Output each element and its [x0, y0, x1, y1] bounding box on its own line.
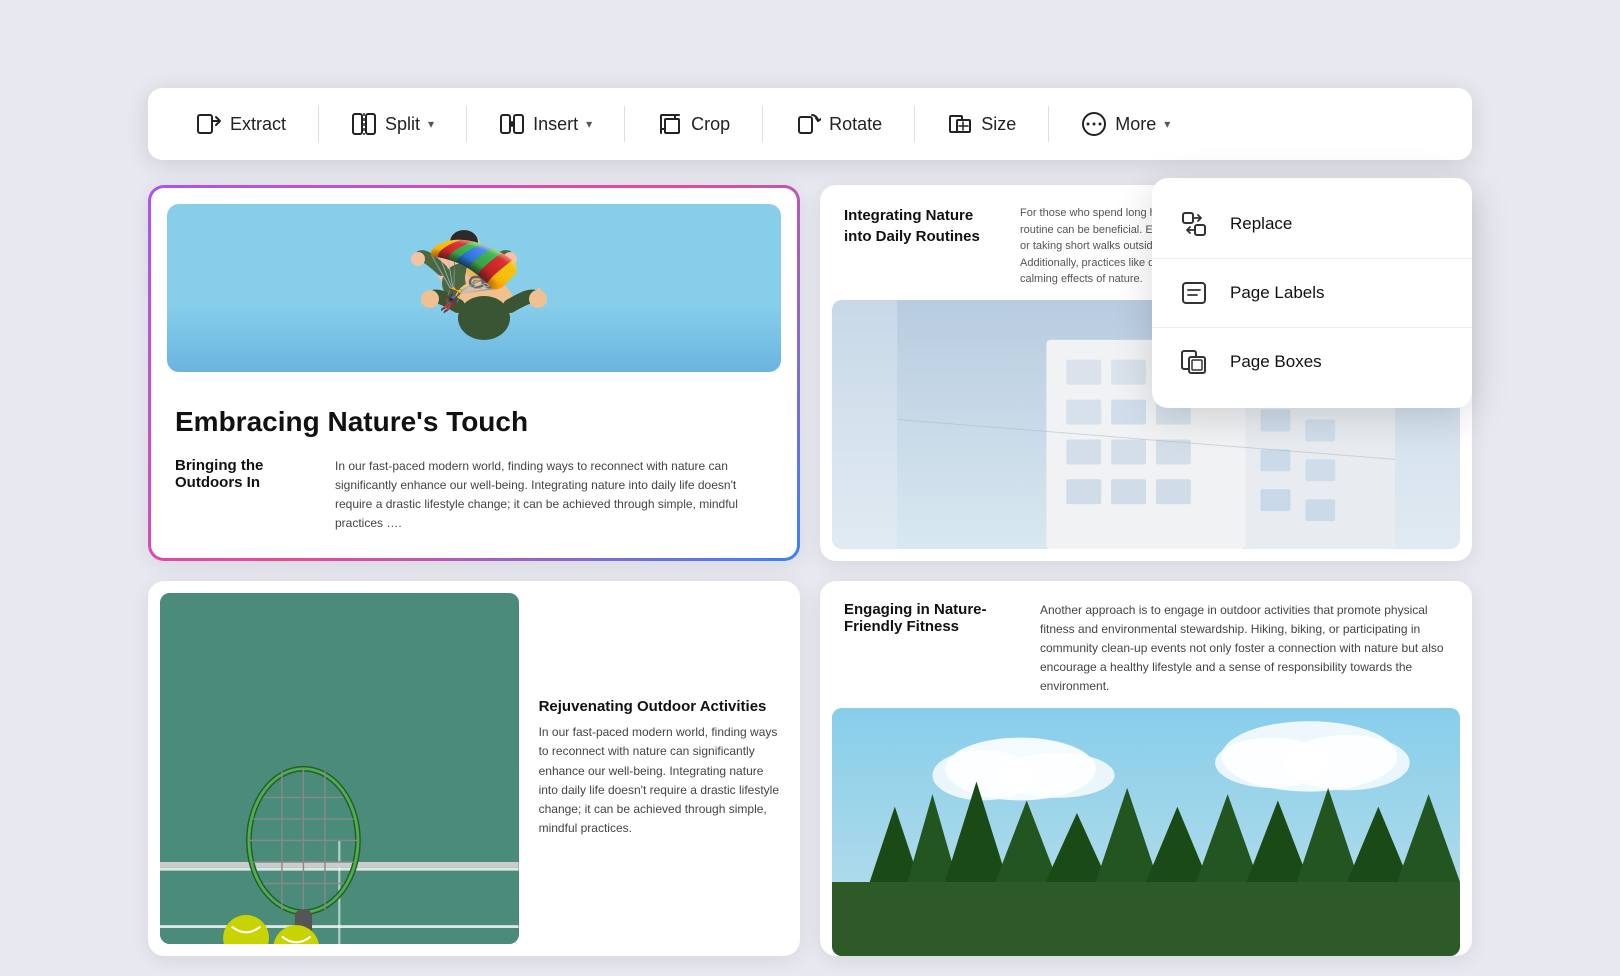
toolbar-item-more[interactable]: More ▾ [1065, 101, 1186, 147]
divider-6 [1048, 106, 1049, 142]
rotate-label: Rotate [829, 114, 882, 135]
divider-1 [318, 106, 319, 142]
card-top-left-section-title: Bringing the Outdoors In [175, 457, 315, 491]
split-label: Split [385, 114, 420, 135]
split-chevron: ▾ [428, 117, 434, 131]
dropdown-item-page-boxes[interactable]: Page Boxes [1152, 328, 1472, 396]
card-bottom-left: Rejuvenating Outdoor Activities In our f… [148, 581, 800, 957]
rotate-icon [795, 111, 821, 137]
toolbar-item-split[interactable]: Split ▾ [335, 101, 450, 147]
page-labels-icon [1176, 275, 1212, 311]
extract-icon [196, 111, 222, 137]
card-top-left-title: Embracing Nature's Touch [175, 404, 773, 440]
skydive-photo [167, 204, 781, 372]
replace-label: Replace [1230, 214, 1292, 234]
card-bottom-right-text: Another approach is to engage in outdoor… [1040, 601, 1448, 697]
page-boxes-icon [1176, 344, 1212, 380]
crop-icon [657, 111, 683, 137]
divider-2 [466, 106, 467, 142]
card-bottom-right-title: Engaging in Nature-Friendly Fitness [844, 601, 1024, 635]
card-bottom-right: Engaging in Nature-Friendly Fitness Anot… [820, 581, 1472, 957]
page-boxes-label: Page Boxes [1230, 352, 1322, 372]
more-dropdown-menu: Replace Page Labels Page Boxes [1152, 178, 1472, 408]
crop-label: Crop [691, 114, 730, 135]
insert-label: Insert [533, 114, 578, 135]
card-bottom-left-text: In our fast-paced modern world, finding … [539, 723, 780, 838]
more-chevron: ▾ [1164, 117, 1170, 131]
toolbar: Extract Split ▾ Insert ▾ [148, 88, 1472, 160]
size-label: Size [981, 114, 1016, 135]
card-bottom-right-title-block: Engaging in Nature-Friendly Fitness [844, 601, 1024, 697]
dropdown-item-replace[interactable]: Replace [1152, 190, 1472, 258]
toolbar-item-crop[interactable]: Crop [641, 101, 746, 147]
card-bottom-left-content: Rejuvenating Outdoor Activities In our f… [531, 581, 800, 957]
size-icon [947, 111, 973, 137]
sky-trees-image-container [832, 708, 1460, 956]
card-top-left-body-text: In our fast-paced modern world, finding … [335, 457, 773, 534]
card-bottom-right-header: Engaging in Nature-Friendly Fitness Anot… [820, 581, 1472, 697]
toolbar-item-insert[interactable]: Insert ▾ [483, 101, 608, 147]
tennis-photo [160, 593, 519, 945]
divider-5 [914, 106, 915, 142]
card-bottom-left-title: Rejuvenating Outdoor Activities [539, 698, 780, 715]
divider-3 [624, 106, 625, 142]
insert-icon [499, 111, 525, 137]
more-label: More [1115, 114, 1156, 135]
toolbar-item-extract[interactable]: Extract [180, 101, 302, 147]
card-top-right-title-block: Integrating Nature into Daily Routines [844, 205, 1004, 288]
card-top-left-body: Embracing Nature's Touch Bringing the Ou… [151, 388, 797, 557]
skydive-image-container [167, 204, 781, 372]
more-icon [1081, 111, 1107, 137]
toolbar-item-size[interactable]: Size [931, 101, 1032, 147]
split-icon [351, 111, 377, 137]
card-top-left: Embracing Nature's Touch Bringing the Ou… [148, 185, 800, 561]
divider-4 [762, 106, 763, 142]
replace-icon [1176, 206, 1212, 242]
toolbar-item-rotate[interactable]: Rotate [779, 101, 898, 147]
page-labels-label: Page Labels [1230, 283, 1325, 303]
sky-photo [832, 708, 1460, 956]
extract-label: Extract [230, 114, 286, 135]
card-top-right-title: Integrating Nature into Daily Routines [844, 205, 1004, 247]
tennis-image-container [160, 593, 519, 945]
insert-chevron: ▾ [586, 117, 592, 131]
dropdown-item-page-labels[interactable]: Page Labels [1152, 259, 1472, 327]
